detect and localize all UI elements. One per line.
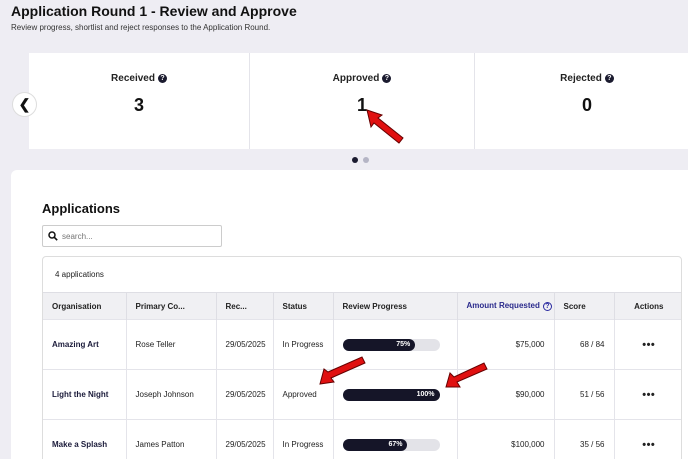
table-row[interactable]: Make a Splash James Patton 29/05/2025 In Pr…	[43, 419, 681, 459]
annotation-arrow	[319, 356, 366, 385]
cell-score: 68 / 84	[554, 319, 615, 370]
more-horizontal-icon: •••	[642, 388, 656, 401]
applications-panel: Applications 4 applications Organisation…	[11, 170, 688, 459]
stat-label: Rejected	[560, 73, 602, 84]
carousel-prev-button[interactable]: ❮	[12, 92, 37, 117]
carousel-dot[interactable]	[352, 157, 358, 163]
col-status[interactable]: Status	[273, 292, 334, 320]
cell-score: 35 / 56	[554, 419, 615, 459]
more-horizontal-icon: •••	[642, 438, 656, 451]
cell-amount-requested: $100,000	[457, 419, 555, 459]
search-box[interactable]	[42, 225, 222, 247]
progress-label: 75%	[396, 340, 411, 348]
col-review-progress[interactable]: Review Progress	[333, 292, 458, 320]
progress-bar: 75%	[342, 338, 440, 351]
carousel-dots	[352, 157, 369, 163]
cell-organisation[interactable]: Amazing Art	[43, 319, 127, 370]
cell-primary-contact: Rose Teller	[126, 319, 217, 370]
table-header-row: Organisation Primary Co... Rec... Status…	[43, 292, 681, 320]
annotation-arrow	[366, 109, 404, 144]
cell-primary-contact: Joseph Johnson	[126, 369, 217, 420]
progress-label: 100%	[416, 390, 435, 398]
cell-organisation[interactable]: Light the Night	[43, 369, 127, 420]
help-icon[interactable]: ?	[157, 73, 167, 83]
stat-received: Received? 3	[29, 53, 250, 149]
applications-count: 4 applications	[55, 270, 104, 279]
row-actions-button[interactable]: •••	[614, 369, 681, 420]
progress-fill: 67%	[342, 438, 408, 451]
cell-received: 29/05/2025	[216, 419, 274, 459]
cell-status: In Progress	[273, 419, 334, 459]
stat-rejected: Rejected? 0	[475, 53, 688, 149]
progress-bar: 67%	[342, 438, 440, 451]
cell-received: 29/05/2025	[216, 369, 274, 420]
progress-fill: 75%	[342, 338, 416, 351]
help-icon[interactable]: ?	[604, 73, 614, 83]
col-amount-requested[interactable]: Amount Requested?	[457, 292, 555, 320]
progress-bar: 100%	[342, 388, 440, 401]
chevron-left-icon: ❮	[18, 96, 31, 112]
row-actions-button[interactable]: •••	[614, 319, 681, 370]
more-horizontal-icon: •••	[642, 338, 656, 351]
cell-received: 29/05/2025	[216, 319, 274, 370]
applications-title: Applications	[42, 201, 121, 216]
help-icon[interactable]: ?	[382, 73, 392, 83]
stat-value: 0	[581, 95, 592, 115]
cell-score: 51 / 56	[554, 369, 615, 420]
stat-label: Received	[111, 73, 155, 84]
cell-primary-contact: James Patton	[126, 419, 217, 459]
annotation-arrow	[445, 362, 488, 388]
col-received[interactable]: Rec...	[216, 292, 274, 320]
page-title: Application Round 1 - Review and Approve	[11, 3, 297, 19]
col-score[interactable]: Score	[554, 292, 615, 320]
col-amount-label: Amount Requested	[466, 301, 540, 311]
search-input[interactable]	[62, 231, 212, 241]
cell-review-progress: 67%	[333, 419, 458, 459]
search-icon	[48, 231, 58, 241]
progress-fill: 100%	[342, 388, 440, 401]
row-actions-button[interactable]: •••	[614, 419, 681, 459]
carousel-dot[interactable]	[363, 157, 369, 163]
cell-organisation[interactable]: Make a Splash	[43, 419, 127, 459]
page-subtitle: Review progress, shortlist and reject re…	[11, 23, 271, 32]
col-actions: Actions	[614, 292, 681, 320]
progress-label: 67%	[388, 440, 403, 448]
col-organisation[interactable]: Organisation	[43, 292, 127, 320]
stats-carousel: Received? 3 Approved? 1 Rejected? 0	[29, 53, 688, 149]
stat-value: 3	[133, 95, 144, 115]
help-icon[interactable]: ?	[542, 301, 552, 311]
col-primary-contact[interactable]: Primary Co...	[126, 292, 217, 320]
stat-label: Approved	[332, 73, 380, 84]
